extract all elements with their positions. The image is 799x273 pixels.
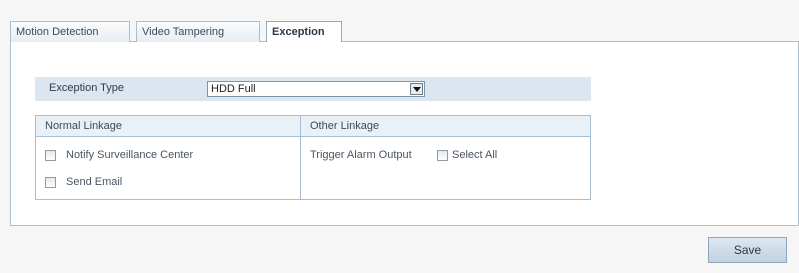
tab-exception[interactable]: Exception	[266, 21, 342, 43]
exception-type-row: Exception Type HDD Full	[35, 77, 591, 101]
linkage-table: Normal Linkage Other Linkage Notify Surv…	[35, 115, 591, 200]
column-divider	[300, 116, 301, 199]
exception-panel: Exception Type HDD Full Normal Linkage O…	[10, 42, 799, 226]
trigger-alarm-output-label: Trigger Alarm Output	[310, 149, 412, 161]
exception-type-label: Exception Type	[49, 82, 125, 94]
notify-surveillance-center-checkbox[interactable]	[45, 150, 56, 161]
tab-video-tampering[interactable]: Video Tampering	[136, 21, 260, 42]
normal-linkage-header: Normal Linkage	[45, 120, 123, 132]
tab-motion-detection[interactable]: Motion Detection	[10, 21, 130, 42]
send-email-label: Send Email	[66, 176, 123, 188]
save-button[interactable]: Save	[708, 237, 787, 263]
send-email-checkbox[interactable]	[45, 177, 56, 188]
exception-type-value: HDD Full	[211, 83, 256, 95]
other-linkage-header: Other Linkage	[310, 120, 380, 132]
tab-bar: Motion Detection Video Tampering Excepti…	[10, 21, 799, 43]
select-all-label: Select All	[452, 149, 498, 161]
notify-surveillance-center-label: Notify Surveillance Center	[66, 149, 194, 161]
select-all-checkbox[interactable]	[437, 150, 448, 161]
chevron-down-icon[interactable]	[410, 83, 423, 95]
exception-type-select[interactable]: HDD Full	[207, 81, 425, 97]
linkage-header: Normal Linkage Other Linkage	[36, 116, 590, 137]
